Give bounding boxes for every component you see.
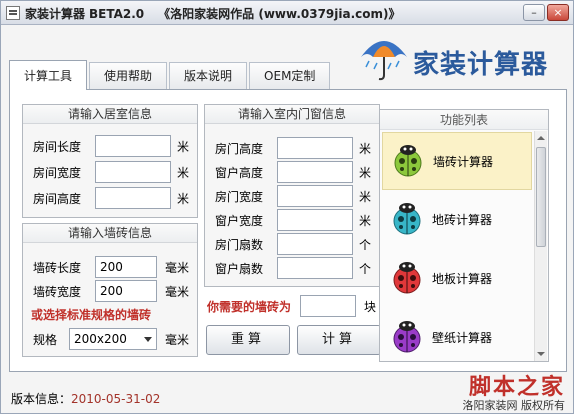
door-width-label: 房门宽度 <box>215 190 264 204</box>
function-item-wallpaper[interactable]: 壁纸计算器 <box>382 309 532 361</box>
close-button[interactable]: × <box>547 4 569 21</box>
tile-width-input[interactable] <box>95 280 157 302</box>
door-height-label: 房门高度 <box>215 142 264 156</box>
room-length-label: 房间长度 <box>33 140 82 154</box>
room-length-unit: 米 <box>177 140 190 154</box>
logo-text: 家装计算器 <box>413 50 549 80</box>
chevron-down-icon <box>144 337 152 342</box>
ladybug-purple-icon <box>393 321 421 353</box>
tile-width-label: 墙砖宽度 <box>33 285 82 299</box>
doors-windows-group: 请输入室内门窗信息 房门高度 米 窗户高度 米 房门宽度 米 窗户宽度 米 房门… <box>204 104 380 287</box>
door-height-unit: 米 <box>359 142 372 156</box>
tile-length-input[interactable] <box>95 256 157 278</box>
room-info-title: 请输入居室信息 <box>23 105 197 124</box>
tile-length-unit: 毫米 <box>165 261 190 275</box>
door-width-unit: 米 <box>359 190 372 204</box>
version-info: 版本信息：2010-05-31-02 <box>11 390 160 407</box>
tile-info-group: 请输入墙砖信息 墙砖长度 毫米 墙砖宽度 毫米 或选择标准规格的墙砖 规格 20… <box>22 223 198 357</box>
function-item-label: 地砖计算器 <box>432 213 493 227</box>
function-item-label: 地板计算器 <box>432 272 493 286</box>
window-title: 家装计算器 BETA2.0 《洛阳家装网作品 (www.0379jia.com)》 <box>25 5 401 22</box>
door-height-input[interactable] <box>277 137 353 159</box>
app-title: 家装计算器 <box>25 7 86 21</box>
room-width-unit: 米 <box>177 166 190 180</box>
room-height-label: 房间高度 <box>33 192 82 206</box>
spec-label: 规格 <box>33 333 58 347</box>
function-item-wall-tile[interactable]: 墙砖计算器 <box>382 132 532 190</box>
app-menu-icon[interactable] <box>6 6 20 20</box>
function-list-title: 功能列表 <box>380 110 548 130</box>
window-count-input[interactable] <box>277 257 353 279</box>
function-item-label: 壁纸计算器 <box>432 331 493 345</box>
copyright-text: 洛阳家装网 版权所有 <box>462 399 566 412</box>
function-item-wood-floor[interactable]: 地板计算器 <box>382 250 532 308</box>
ladybug-cyan-icon <box>393 203 421 235</box>
window-width-input[interactable] <box>277 209 353 231</box>
version-info-label: 版本信息： <box>11 392 72 406</box>
title-bar: 家装计算器 BETA2.0 《洛阳家装网作品 (www.0379jia.com)》 … <box>1 1 573 25</box>
window-width-label: 窗户宽度 <box>215 214 264 228</box>
tab-version[interactable]: 版本说明 <box>169 62 248 90</box>
function-item-floor-tile[interactable]: 地砖计算器 <box>382 191 532 249</box>
tile-info-title: 请输入墙砖信息 <box>23 224 197 243</box>
room-width-label: 房间宽度 <box>33 166 82 180</box>
window-height-label: 窗户高度 <box>215 166 264 180</box>
result-label: 你需要的墙砖为 <box>207 300 292 314</box>
result-output[interactable] <box>300 295 356 317</box>
ladybug-red-icon <box>393 262 421 294</box>
umbrella-icon <box>361 41 407 81</box>
door-count-unit: 个 <box>359 238 372 252</box>
ladybug-green-icon <box>394 145 422 177</box>
tab-tools[interactable]: 计算工具 <box>9 60 88 90</box>
watermark: 脚本之家 洛阳家装网 版权所有 <box>463 369 566 413</box>
app-tagline: 《洛阳家装网作品 (www.0379jia.com)》 <box>158 7 401 21</box>
calculate-button[interactable]: 计算 <box>297 325 381 355</box>
door-width-input[interactable] <box>277 185 353 207</box>
room-height-unit: 米 <box>177 192 190 206</box>
logo: 家装计算器 <box>357 31 567 83</box>
window-count-unit: 个 <box>359 262 372 276</box>
reset-button[interactable]: 重算 <box>206 325 290 355</box>
tab-oem[interactable]: OEM定制 <box>249 62 331 90</box>
tile-length-label: 墙砖长度 <box>33 261 82 275</box>
scroll-up-icon[interactable] <box>535 131 547 145</box>
door-count-input[interactable] <box>277 233 353 255</box>
room-length-input[interactable] <box>95 135 171 157</box>
tile-width-unit: 毫米 <box>165 285 190 299</box>
window-height-unit: 米 <box>359 166 372 180</box>
window-count-label: 窗户扇数 <box>215 262 264 276</box>
tab-help[interactable]: 使用帮助 <box>89 62 168 90</box>
app-window: 家装计算器 BETA2.0 《洛阳家装网作品 (www.0379jia.com)》 … <box>0 0 574 414</box>
minimize-button[interactable]: – <box>523 4 545 21</box>
doors-windows-title: 请输入室内门窗信息 <box>205 105 379 124</box>
app-version: BETA2.0 <box>89 7 145 21</box>
scroll-down-icon[interactable] <box>535 347 547 361</box>
standard-spec-hint: 或选择标准规格的墙砖 <box>31 308 152 322</box>
tab-bar: 计算工具 使用帮助 版本说明 OEM定制 <box>9 60 332 90</box>
scroll-thumb[interactable] <box>536 147 546 247</box>
door-count-label: 房门扇数 <box>215 238 264 252</box>
room-info-group: 请输入居室信息 房间长度 米 房间宽度 米 房间高度 米 <box>22 104 198 218</box>
window-height-input[interactable] <box>277 161 353 183</box>
version-info-date: 2010-05-31-02 <box>71 392 161 406</box>
function-list: 功能列表 墙砖计算器 地砖计算器 地板计算器 壁纸计算器 <box>379 109 549 362</box>
spec-unit: 毫米 <box>165 333 190 347</box>
spec-select-value: 200x200 <box>74 332 127 346</box>
window-width-unit: 米 <box>359 214 372 228</box>
room-width-input[interactable] <box>95 161 171 183</box>
function-list-scrollbar[interactable] <box>534 131 547 361</box>
result-unit: 块 <box>364 300 377 314</box>
function-item-label: 墙砖计算器 <box>433 155 494 169</box>
spec-select[interactable]: 200x200 <box>69 328 157 350</box>
room-height-input[interactable] <box>95 187 171 209</box>
